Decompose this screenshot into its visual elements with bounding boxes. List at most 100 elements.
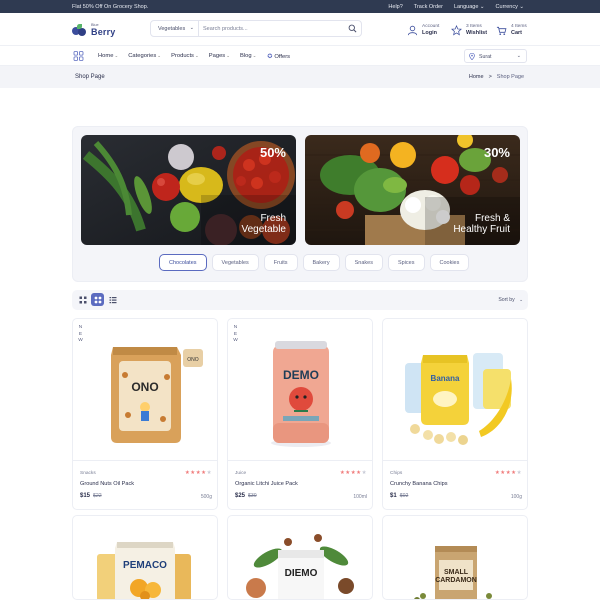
can-label: DEMO [283,368,319,382]
chevron-down-icon: ⌄ [194,52,199,58]
filter-chip-snakes[interactable]: Snakes [344,254,383,271]
banner-discount: 30% [483,145,510,160]
rating-stars: ★★★★★ [494,470,522,476]
product-card[interactable]: PEMACO [72,515,218,600]
pemaco-snack-image: PEMACO [97,542,191,599]
filter-chip-spices[interactable]: Spices [387,254,425,271]
product-name[interactable]: Organic Litchi Juice Pack [235,481,298,487]
banner-panel: 50% Fresh Vegetable 30% Fresh & Healthy … [72,126,528,282]
breadcrumb-home-link[interactable]: Home [469,74,484,80]
filter-chip-chocolates[interactable]: Chocolates [159,254,207,271]
grid-menu-icon[interactable] [72,50,85,62]
product-price: $15 $22 [80,493,102,499]
new-badge: NEW [233,325,238,343]
product-card[interactable]: DEMO NEW Juice ★★★★★ Organic Litchi Juic… [227,318,373,510]
search-input[interactable] [203,23,343,34]
logo[interactable]: Blue Berry [72,22,120,38]
current-price: $15 [80,493,91,499]
product-card[interactable]: SMALL CARDAMON [382,515,528,600]
pack-label: PEMACO [123,560,167,571]
nav-pages-label: Pages [208,52,226,59]
product-image[interactable]: ONO ONO [73,319,217,460]
search-icon[interactable] [348,24,357,33]
sort-by-label: Sort by [498,296,515,303]
banner-vegetable[interactable]: 50% Fresh Vegetable [81,135,296,245]
banner-caption: Fresh & Healthy Fruit [453,213,510,235]
product-meta: Snacks ★★★★★ Ground Nuts Oil Pack $15 $22… [73,460,217,509]
nav-item-categories[interactable]: Categories⌄ [128,53,161,60]
juice-can-image: DEMO [271,341,331,447]
account-link[interactable]: Account Login [407,21,439,39]
nav-products-label: Products [171,52,194,59]
help-link[interactable]: Help? [388,4,402,10]
wishlist-link[interactable]: 3 Items Wishlist [451,21,487,39]
product-name[interactable]: Ground Nuts Oil Pack [80,481,134,487]
grid-view-button[interactable] [91,293,104,306]
search-category-value: Vegetables [158,26,186,32]
product-card[interactable]: Banana Chips ★★★★★ Crunchy Banana Chips … [382,318,528,510]
product-image[interactable]: DEMO [228,319,372,460]
location-pin-icon [469,53,475,60]
product-card[interactable]: ONO ONO NEW Snacks ★★★★★ Ground Nuts Oil… [72,318,218,510]
product-category: Snacks [80,471,96,476]
product-meta: Chips ★★★★★ Crunchy Banana Chips $1 $02 1… [383,460,527,509]
location-select[interactable]: Surat ⌄ [464,49,527,63]
nav-item-offers[interactable]: ✪ Offers [266,53,290,60]
nav-item-products[interactable]: Products⌄ [171,53,199,60]
cart-link[interactable]: 4 Items Cart [496,21,527,39]
product-image[interactable]: Banana [383,319,527,460]
top-links: Help? Track Order Language ⌄ Currency ⌄ [388,4,524,10]
product-price: $25 $30 [235,493,257,499]
new-badge: NEW [78,325,83,343]
user-icon [407,25,418,35]
pack-label: DIEMO [285,568,318,579]
search-category-select[interactable]: Vegetables ⌄ [151,21,199,36]
chevron-down-icon: ⌄ [226,52,230,58]
rating-stars: ★★★★★ [339,470,367,476]
filter-chip-fruits[interactable]: Fruits [263,254,298,271]
old-price: $30 [248,493,257,499]
banner-caption-line1: Fresh [260,213,286,224]
old-price: $22 [93,493,102,499]
nav-home-label: Home [98,52,114,59]
filter-chip-vegetables[interactable]: Vegetables [211,254,259,271]
currency-dropdown[interactable]: Currency ⌄ [496,4,524,10]
berry-logo-icon [72,24,88,36]
banner-caption-line2: Healthy Fruit [453,224,510,235]
cart-icon [496,26,507,35]
pack-side-label: ONO [187,357,199,363]
chevron-down-icon: ⌄ [516,53,521,59]
old-price: $02 [399,493,409,499]
nav-item-blog[interactable]: Blog⌄ [240,53,256,60]
product-name[interactable]: Crunchy Banana Chips [390,481,448,487]
product-price: $1 $02 [390,493,408,499]
chevron-down-icon: ⌄ [519,296,523,302]
filter-chip-bakery[interactable]: Bakery [302,254,340,271]
filter-chip-cookies[interactable]: Cookies [429,254,470,271]
promo-text: Flat 50% Off On Grocery Shop. [72,3,149,10]
breadcrumb-band: Shop Page Home > Shop Page [0,66,600,88]
chevron-down-icon: ⌄ [189,25,194,31]
account-bottom-label: Login [422,30,437,36]
cart-label: Cart [511,30,523,36]
location-value: Surat [479,53,492,60]
product-category: Chips [390,471,403,476]
breadcrumb-separator: > [488,73,492,80]
breadcrumb: Home > Shop Page [469,74,524,80]
product-weight: 500g [200,494,212,500]
chevron-down-icon: ⌄ [157,52,162,58]
logo-text: Berry [91,27,116,37]
small-grid-view-button[interactable] [76,293,89,306]
track-order-link[interactable]: Track Order [414,4,443,10]
banner-caption-line1: Fresh & [474,213,510,224]
nav-item-pages[interactable]: Pages⌄ [209,53,230,60]
product-card[interactable]: DIEMO [227,515,373,600]
list-view-button[interactable] [106,293,119,306]
banner-caption: Fresh Vegetable [242,213,287,235]
shop-toolbar: Sort by ⌄ [72,290,528,310]
sort-by-select[interactable]: Sort by ⌄ [498,297,523,303]
nav-item-home[interactable]: Home⌄ [98,53,118,60]
language-dropdown[interactable]: Language ⌄ [454,4,485,10]
banner-fruit[interactable]: 30% Fresh & Healthy Fruit [305,135,520,245]
banner-caption-line2: Vegetable [241,224,287,235]
